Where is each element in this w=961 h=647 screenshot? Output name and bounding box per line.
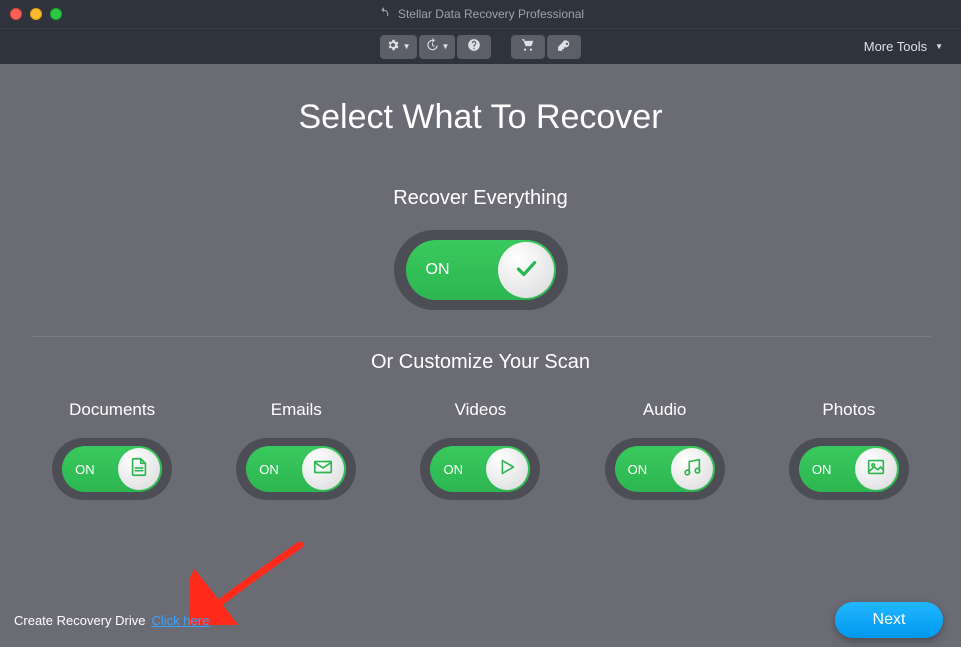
back-icon [377, 6, 390, 22]
toggle-knob [486, 448, 528, 490]
category-audio: Audio ON [605, 400, 725, 500]
recover-everything-label: Recover Everything [393, 187, 568, 210]
category-label: Audio [643, 400, 686, 420]
more-tools-label: More Tools [864, 39, 927, 54]
window-minimize-button[interactable] [30, 8, 42, 20]
category-label: Videos [455, 400, 507, 420]
toggle-state-label: ON [259, 462, 279, 477]
customize-scan-label: Or Customize Your Scan [371, 351, 590, 374]
music-icon [681, 456, 703, 483]
window-close-button[interactable] [10, 8, 22, 20]
toggle-state-label: ON [443, 462, 463, 477]
help-button[interactable] [457, 35, 491, 59]
chevron-down-icon: ▼ [403, 42, 411, 51]
toggle-state-label: ON [75, 462, 95, 477]
gear-icon [386, 38, 400, 55]
category-label: Documents [69, 400, 155, 420]
recover-everything-toggle[interactable]: ON [406, 240, 556, 300]
titlebar: Stellar Data Recovery Professional [0, 0, 961, 28]
photos-toggle[interactable]: ON [799, 446, 899, 492]
chevron-down-icon: ▼ [442, 42, 450, 51]
history-icon [425, 38, 439, 55]
toolbar: ▼ ▼ [0, 28, 961, 64]
toggle-knob [118, 448, 160, 490]
recover-everything-toggle-container: ON [394, 230, 568, 310]
app-title: Stellar Data Recovery Professional [398, 7, 584, 21]
activate-button[interactable] [547, 35, 581, 59]
toggle-knob [498, 242, 554, 298]
page-title: Select What To Recover [298, 98, 662, 137]
history-button[interactable]: ▼ [419, 35, 456, 59]
category-label: Photos [822, 400, 875, 420]
image-icon [865, 456, 887, 483]
cart-icon [521, 38, 535, 55]
key-icon [557, 38, 571, 55]
document-icon [128, 456, 150, 483]
category-videos: Videos ON [420, 400, 540, 500]
category-emails: Emails ON [236, 400, 356, 500]
toggle-knob [302, 448, 344, 490]
create-recovery-drive-label: Create Recovery Drive [14, 613, 146, 628]
audio-toggle[interactable]: ON [615, 446, 715, 492]
email-icon [312, 456, 334, 483]
play-icon [496, 456, 518, 483]
category-label: Emails [271, 400, 322, 420]
toggle-state-label: ON [812, 462, 832, 477]
create-recovery-drive-link[interactable]: Click here [152, 613, 210, 628]
chevron-down-icon: ▼ [935, 42, 943, 51]
category-photos: Photos ON [789, 400, 909, 500]
buy-button[interactable] [511, 35, 545, 59]
more-tools-menu[interactable]: More Tools ▼ [864, 39, 943, 54]
check-icon [513, 255, 539, 286]
emails-toggle[interactable]: ON [246, 446, 346, 492]
toggle-knob [855, 448, 897, 490]
next-button[interactable]: Next [835, 602, 943, 638]
window-maximize-button[interactable] [50, 8, 62, 20]
divider [31, 336, 931, 337]
question-icon [467, 38, 481, 55]
videos-toggle[interactable]: ON [430, 446, 530, 492]
toggle-knob [671, 448, 713, 490]
toggle-state-label: ON [426, 261, 450, 279]
settings-button[interactable]: ▼ [380, 35, 417, 59]
documents-toggle[interactable]: ON [62, 446, 162, 492]
category-documents: Documents ON [52, 400, 172, 500]
toggle-state-label: ON [628, 462, 648, 477]
